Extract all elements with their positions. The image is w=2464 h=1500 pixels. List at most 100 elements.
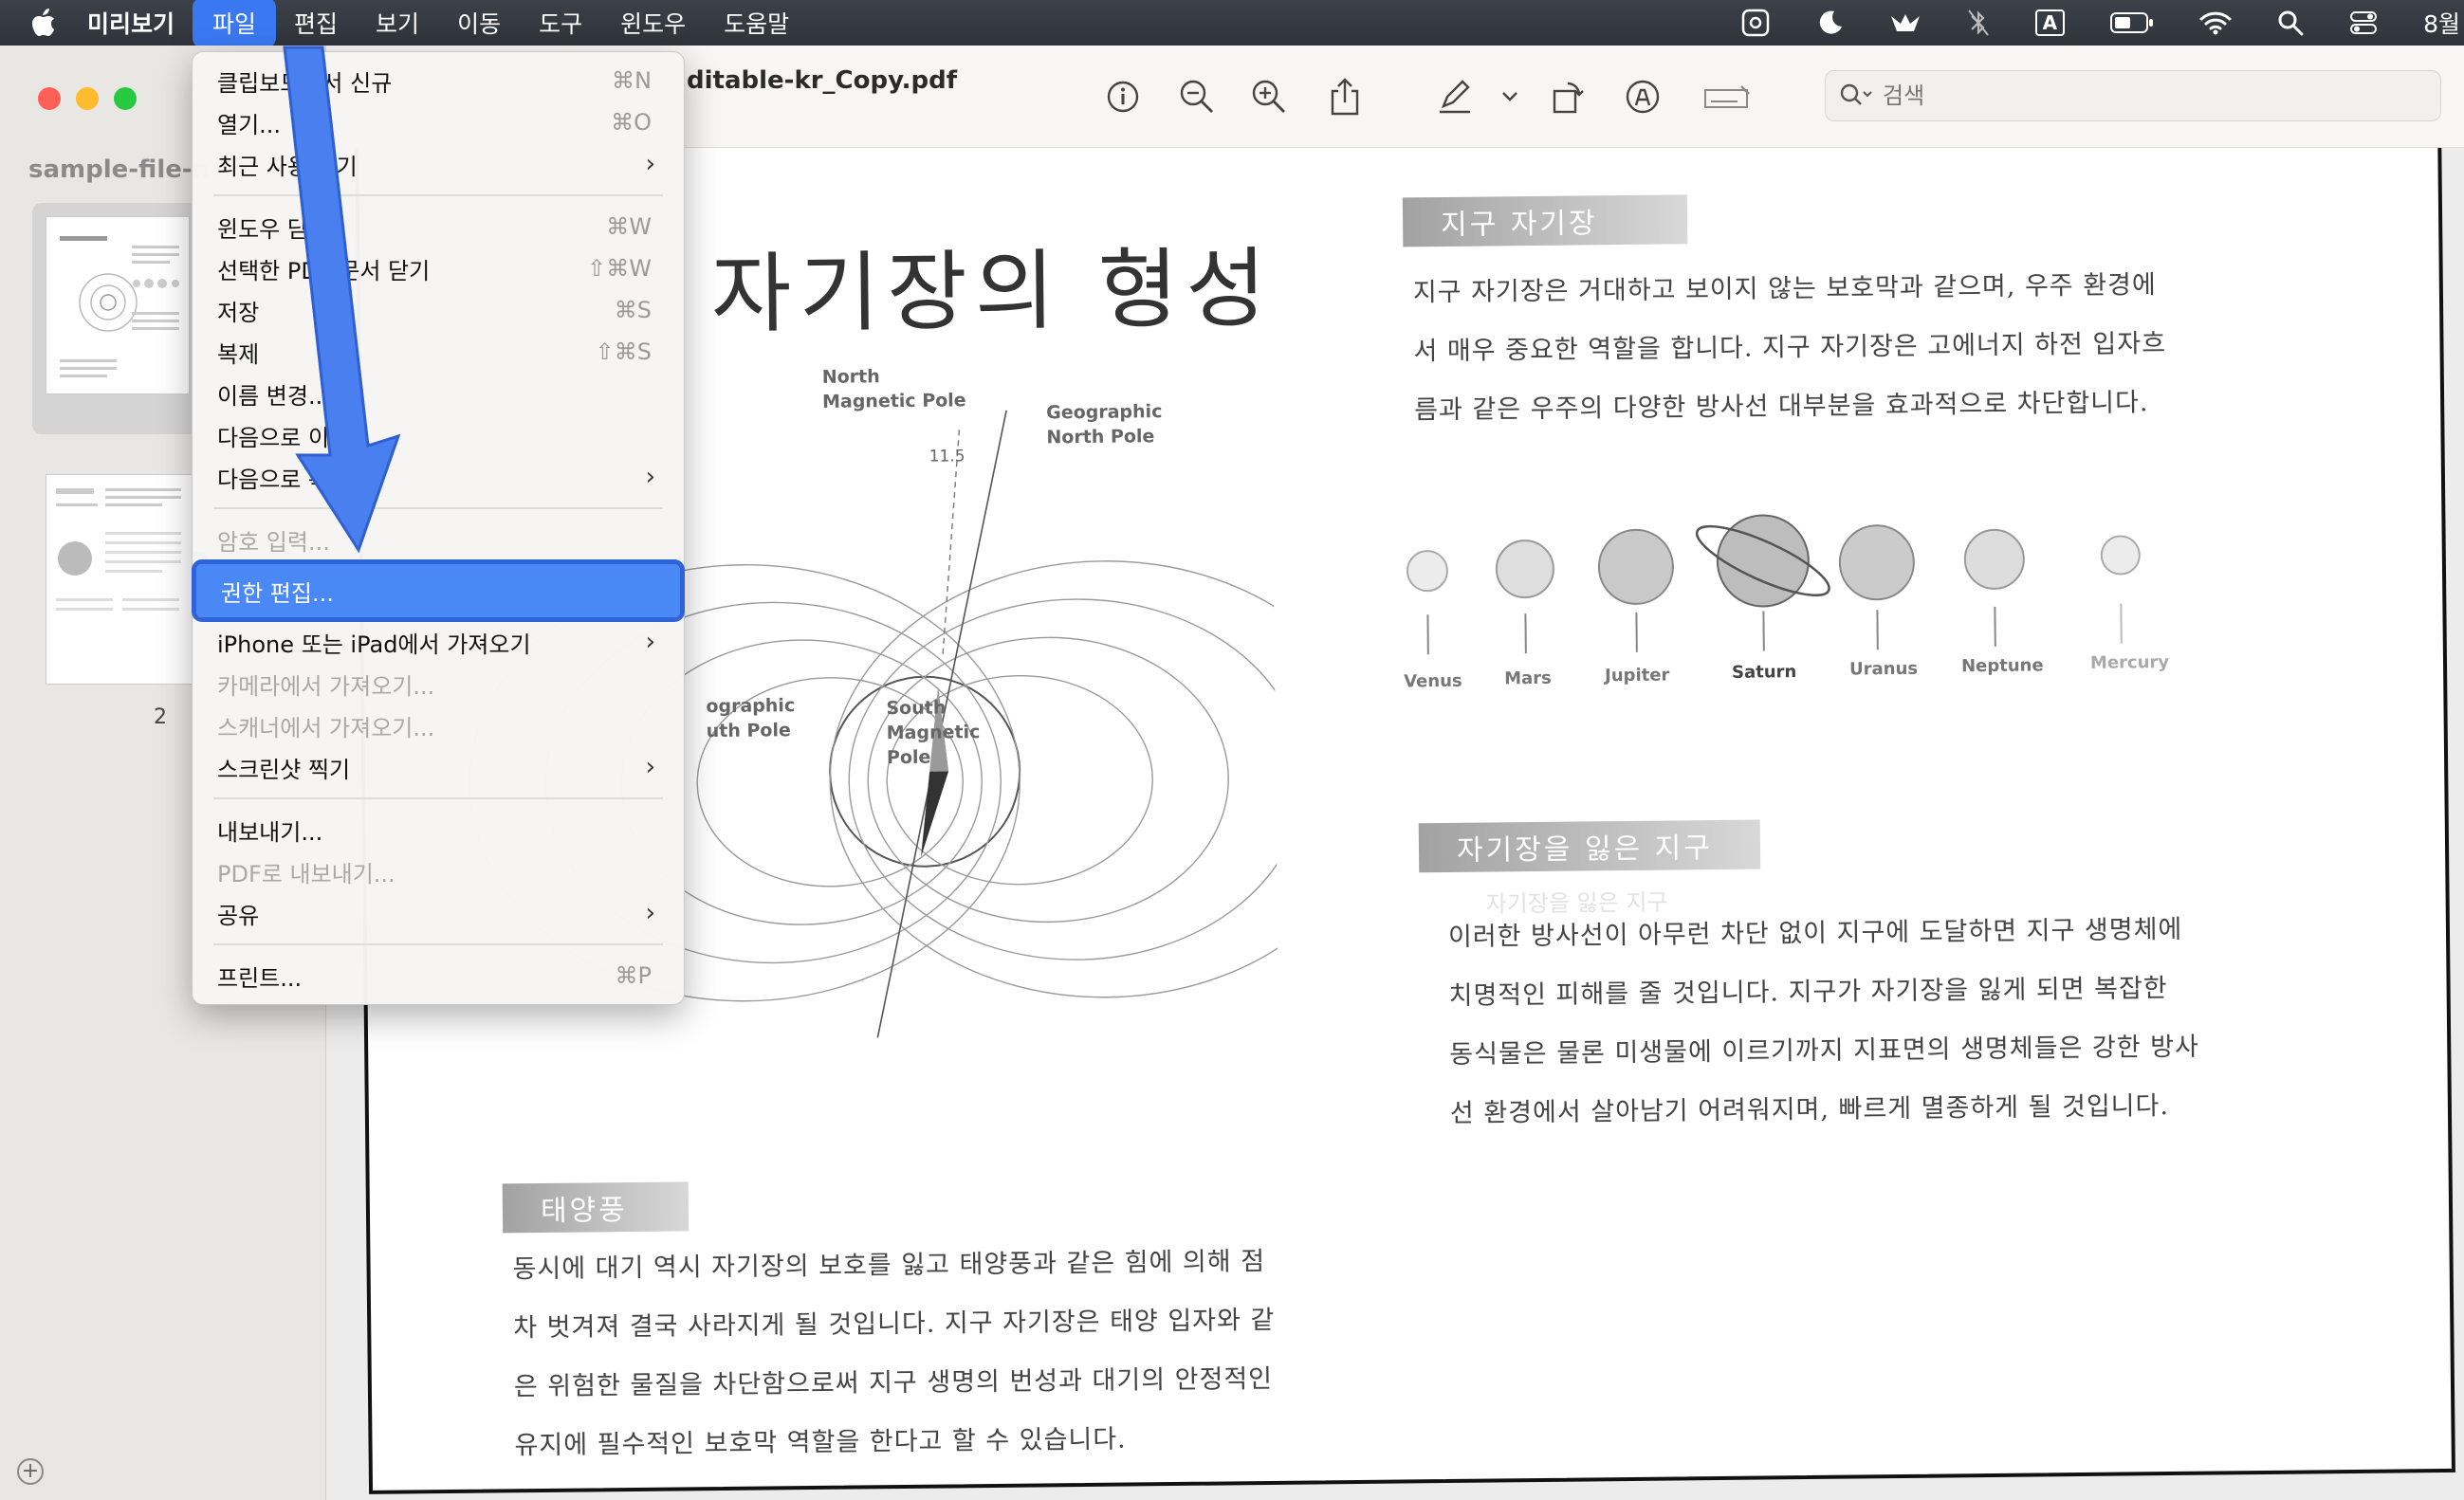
menu-item-move-to[interactable]: 다음으로 이동... <box>193 414 684 456</box>
menu-item-open-recent[interactable]: 최근 사용 열기 › <box>193 143 684 185</box>
menu-item-revert-to[interactable]: 다음으로 복귀 › <box>193 456 684 498</box>
menu-item-print[interactable]: 프린트... ⌘P <box>193 955 684 997</box>
menu-view[interactable]: 보기 <box>360 2 434 44</box>
chevron-right-icon: › <box>645 463 655 491</box>
menu-item-rename[interactable]: 이름 변경... <box>193 373 684 414</box>
menu-help[interactable]: 도움말 <box>708 2 804 44</box>
menu-item-open[interactable]: 열기... ⌘O <box>193 101 684 143</box>
at-sign-icon[interactable] <box>1741 9 1770 37</box>
menu-item-label: 복제 <box>217 340 260 368</box>
add-icon[interactable]: + <box>17 1458 44 1485</box>
menu-item-share[interactable]: 공유 › <box>193 892 684 934</box>
app-name-menu[interactable]: 미리보기 <box>87 6 175 40</box>
menu-item-edit-permissions[interactable]: 권한 편집... <box>192 559 685 622</box>
search-field[interactable] <box>1825 70 2441 121</box>
sidebar-file-title: sample-file-n <box>28 155 211 184</box>
menu-item-label: 열기... <box>217 111 282 138</box>
menu-item-label: 이름 변경... <box>217 382 330 410</box>
annotate-circle-icon[interactable] <box>1622 76 1664 118</box>
menu-item-label: 스크린샷 찍기 <box>217 756 351 783</box>
bluetooth-off-icon[interactable] <box>1967 9 1990 37</box>
section3-line: 유지에 필수적인 보호막 역할을 한다고 할 수 있습니다. <box>514 1424 1127 1461</box>
menu-item-close-window[interactable]: 윈도우 닫기 ⌘W <box>193 206 684 247</box>
minimize-window-button[interactable] <box>76 87 99 110</box>
form-fill-icon[interactable] <box>1700 76 1756 118</box>
search-input[interactable] <box>1883 82 2414 109</box>
menu-item-save[interactable]: 저장 ⌘S <box>193 289 684 331</box>
info-icon[interactable] <box>1102 76 1144 118</box>
menu-item-label: PDF로 내보내기... <box>217 860 395 887</box>
planet-tick <box>1762 611 1765 651</box>
menu-shortcut: ⌘N <box>612 67 652 94</box>
section1-body: 지구 자기장은 거대하고 보이지 않는 보호막과 같으며, 우주 환경에 서 매… <box>1413 254 2382 441</box>
menu-item-label: 다음으로 복귀 <box>217 466 351 493</box>
planet-tick <box>1426 614 1429 655</box>
bird-icon[interactable] <box>1889 9 1922 37</box>
menu-item-enter-password: 암호 입력... <box>193 519 684 560</box>
section3-line: 은 위험한 물질을 차단함으로써 지구 생명의 번성과 대기의 안정적인 <box>513 1363 1274 1402</box>
document-title[interactable]: ditable-kr_Copy.pdf <box>687 66 957 95</box>
page-thumbnail-1[interactable]: 1 <box>32 203 207 582</box>
menu-go[interactable]: 이동 <box>442 2 516 44</box>
menu-item-label: 클립보드에서 신규 <box>217 69 393 97</box>
zoom-window-button[interactable] <box>114 87 137 110</box>
menu-item-label: 윈도우 닫기 <box>217 215 330 243</box>
input-source-label: A <box>2034 9 2066 36</box>
menu-item-label: 암호 입력... <box>217 528 330 556</box>
geographic-north-pole-label: Geographic North Pole <box>1046 401 1163 448</box>
chevron-right-icon: › <box>645 628 655 656</box>
zoom-in-icon[interactable] <box>1248 76 1290 118</box>
battery-icon[interactable] <box>2110 11 2154 34</box>
menu-item-take-screenshot[interactable]: 스크린샷 찍기 › <box>193 746 684 788</box>
share-icon[interactable] <box>1324 76 1366 118</box>
planet-label-mercury: Mercury <box>2089 651 2170 673</box>
menu-shortcut: ⇧⌘S <box>595 338 652 365</box>
section2-body: 이러한 방사선이 아무런 차단 없이 지구에 도달하면 지구 생명체에 치명적인… <box>1448 898 2418 1143</box>
menu-item-close-selected-pdf[interactable]: 선택한 PDF 문서 닫기 ⇧⌘W <box>193 247 684 289</box>
input-source-icon[interactable]: A <box>2034 9 2066 36</box>
menu-item-export[interactable]: 내보내기... <box>193 809 684 851</box>
spotlight-search-icon[interactable] <box>2277 9 2304 36</box>
clock[interactable]: 8월 <box>2423 6 2460 40</box>
apple-menu-icon[interactable] <box>0 9 87 37</box>
rotate-icon[interactable] <box>1548 76 1590 118</box>
wifi-icon[interactable] <box>2199 9 2232 36</box>
close-window-button[interactable] <box>38 87 61 110</box>
markup-pen-icon[interactable] <box>1434 76 1476 118</box>
control-center-icon[interactable] <box>2349 9 2378 36</box>
menubar: 미리보기 파일 편집 보기 이동 도구 윈도우 도움말 A 8월 <box>0 0 2464 48</box>
section3-line: 차 벗겨져 결국 사라지게 될 것입니다. 지구 자기장은 태양 입자와 같 <box>513 1305 1276 1344</box>
planet-label-uranus: Uranus <box>1848 658 1919 680</box>
menu-shortcut: ⌘S <box>614 297 652 323</box>
menu-edit[interactable]: 편집 <box>279 2 353 44</box>
chevron-right-icon: › <box>645 899 655 927</box>
page-number-label-2: 2 <box>154 705 167 729</box>
file-menu-dropdown: 클립보드에서 신규 ⌘N 열기... ⌘O 최근 사용 열기 › 윈도우 닫기 ⌘W 선… <box>192 51 685 1005</box>
menu-separator <box>213 194 663 196</box>
menu-item-label: 권한 편집... <box>221 579 334 607</box>
chevron-down-icon[interactable] <box>1489 76 1531 118</box>
planet-tick <box>1876 610 1879 650</box>
section1-line: 지구 자기장은 거대하고 보이지 않는 보호막과 같으며, 우주 환경에 <box>1412 270 2157 308</box>
menu-item-label: 공유 <box>217 902 260 929</box>
menu-item-import-from-iphone[interactable]: iPhone 또는 iPad에서 가져오기 › <box>193 621 684 663</box>
planet-label-mars: Mars <box>1504 668 1552 689</box>
zoom-out-icon[interactable] <box>1176 76 1218 118</box>
section-title-earth-without-field: 자기장을 잃은 지구 <box>1418 819 1761 873</box>
menu-item-new-from-clipboard[interactable]: 클립보드에서 신규 ⌘N <box>193 60 684 101</box>
page-thumbnail-2[interactable] <box>46 474 193 685</box>
menu-tools[interactable]: 도구 <box>524 2 598 44</box>
page-heading: 자기장의 형성 <box>710 237 1275 346</box>
planet-mars <box>1495 539 1555 599</box>
planet-uranus <box>1838 523 1916 601</box>
moon-icon[interactable] <box>1815 9 1844 37</box>
menu-window[interactable]: 윈도우 <box>605 2 701 44</box>
menu-item-import-from-camera: 카메라에서 가져오기... <box>193 663 684 704</box>
menu-item-label: 스캐너에서 가져오기... <box>217 714 435 741</box>
menu-file[interactable]: 파일 <box>193 0 277 48</box>
planet-tick <box>1635 612 1638 652</box>
menu-item-duplicate[interactable]: 복제 ⇧⌘S <box>193 331 684 373</box>
menu-shortcut: ⌘W <box>606 213 652 240</box>
planet-tick <box>1994 606 1996 647</box>
page-thumbnail-1-image <box>46 216 190 394</box>
